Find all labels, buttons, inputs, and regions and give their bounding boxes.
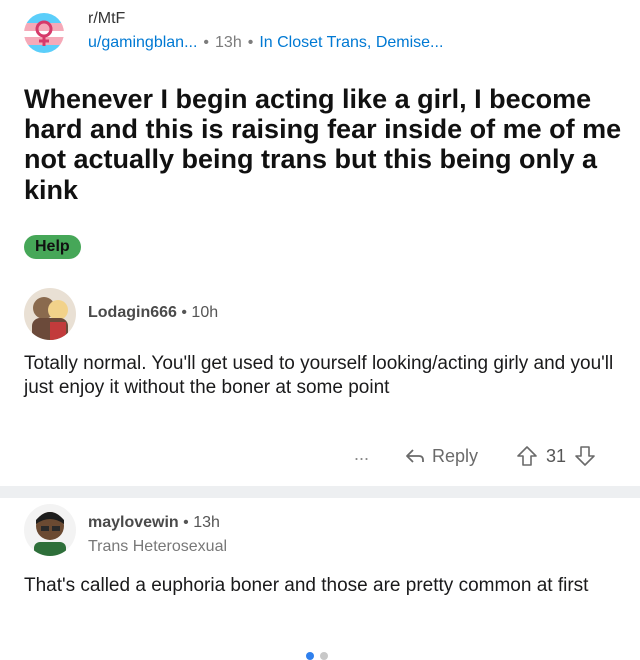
meta-separator: • <box>247 34 254 51</box>
post-title[interactable]: Whenever I begin acting like a girl, I b… <box>24 84 624 205</box>
upvote-icon[interactable] <box>516 445 538 467</box>
comment-actions: ... Reply 31 <box>24 442 624 472</box>
post-author[interactable]: u/gamingblan... <box>88 34 197 51</box>
page-indicator <box>306 652 328 660</box>
subreddit-name[interactable]: r/MtF <box>88 10 125 28</box>
comment-time: 13h <box>193 514 220 531</box>
page-dot[interactable] <box>320 652 328 660</box>
subreddit-avatar-icon[interactable] <box>24 13 64 53</box>
downvote-icon[interactable] <box>574 445 596 467</box>
user-flair: Trans Heterosexual <box>88 538 228 555</box>
post-meta: u/gamingblan... • 13h • In Closet Trans, Dem… <box>88 34 443 52</box>
meta-separator: • <box>203 34 210 51</box>
author-flair: In Closet Trans, Demise... <box>259 34 444 51</box>
avatar[interactable] <box>24 288 76 340</box>
comment-author[interactable]: maylovewin <box>88 514 179 531</box>
vote-controls: 31 <box>516 442 596 470</box>
meta-separator: • <box>181 304 187 321</box>
post-header: r/MtF u/gamingblan... • 13h • In Closet Tran… <box>24 8 624 58</box>
comment-divider <box>0 486 640 498</box>
comment-meta: maylovewin • 13h <box>88 514 220 532</box>
comment-author[interactable]: Lodagin666 <box>88 304 177 321</box>
more-options-button[interactable]: ... <box>354 444 369 465</box>
post-time: 13h <box>215 34 242 51</box>
vote-count: 31 <box>546 445 567 466</box>
reply-button[interactable]: Reply <box>404 442 478 470</box>
comment-time: 10h <box>191 304 219 321</box>
comment-body: Totally normal. You'll get used to yours… <box>24 353 614 398</box>
reply-arrow-icon <box>406 449 424 463</box>
comment-body: That's called a euphoria boner and those… <box>24 575 589 596</box>
meta-separator: • <box>183 514 189 531</box>
avatar[interactable] <box>24 504 76 556</box>
post-flair-badge[interactable]: Help <box>24 235 81 259</box>
reply-label: Reply <box>432 445 479 466</box>
page-dot[interactable] <box>306 652 314 660</box>
comment-meta: Lodagin666 • 10h <box>88 304 218 322</box>
